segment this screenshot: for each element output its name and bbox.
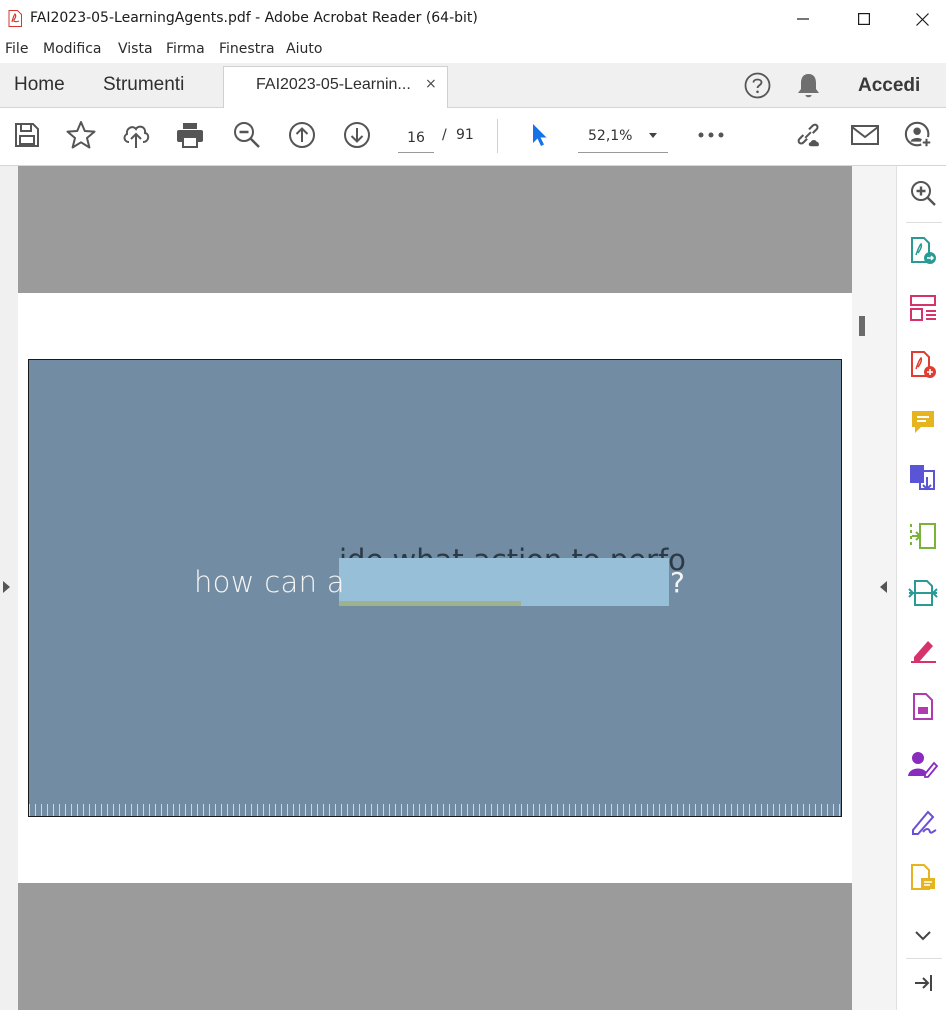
request-signature-icon <box>908 752 939 778</box>
zoom-out-button[interactable] <box>232 120 262 150</box>
rail-organize-pages-button[interactable] <box>906 291 940 325</box>
share-link-button[interactable] <box>794 120 824 150</box>
collapse-panel-icon <box>915 975 932 991</box>
slide-highlight-green-bottom <box>339 601 521 606</box>
menu-aiuto[interactable]: Aiuto <box>286 41 322 57</box>
rail-sign-button[interactable] <box>906 804 940 838</box>
tab-home[interactable]: Home <box>14 63 65 107</box>
scan-icon <box>908 580 938 606</box>
slide-highlight-box <box>339 558 669 606</box>
collapse-right-panel-icon[interactable] <box>880 581 887 593</box>
more-tools-button[interactable] <box>696 120 726 150</box>
rail-bottom-divider <box>906 958 942 959</box>
star-icon <box>66 121 96 149</box>
zoom-icon <box>911 181 936 206</box>
close-tab-button[interactable]: × <box>425 76 437 92</box>
menu-file[interactable]: File <box>5 41 28 57</box>
zoom-value: 52,1% <box>588 128 633 144</box>
sign-icon <box>912 810 937 835</box>
previous-page-gap <box>18 166 852 293</box>
export-pdf-icon <box>911 237 936 264</box>
expand-left-panel-icon[interactable] <box>3 581 10 593</box>
maximize-button[interactable] <box>835 0 893 38</box>
bookmark-button[interactable] <box>66 120 96 150</box>
toolbar-divider <box>497 119 498 153</box>
close-icon <box>915 12 929 26</box>
rail-create-pdf-button[interactable] <box>906 348 940 382</box>
slide-content: ide what action to perfo how can a ? <box>28 359 842 817</box>
rail-fill-sign-button[interactable] <box>906 633 940 667</box>
protect-icon <box>913 693 933 720</box>
page-up-icon <box>289 122 315 148</box>
next-page-button[interactable] <box>342 120 372 150</box>
rail-scan-button[interactable] <box>906 576 940 610</box>
compress-icon <box>910 523 936 549</box>
print-button[interactable] <box>175 120 205 150</box>
combine-files-icon <box>910 465 935 491</box>
slide-text: how can a <box>194 565 345 599</box>
rail-zoom-button[interactable] <box>906 176 940 210</box>
notification-bell-icon[interactable] <box>796 72 821 99</box>
rail-divider <box>906 222 942 223</box>
next-page-gap <box>18 883 852 1010</box>
rail-protect-button[interactable] <box>906 690 940 724</box>
menu-vista[interactable]: Vista <box>118 41 153 57</box>
add-user-icon <box>904 121 933 149</box>
share-link-icon <box>797 123 819 147</box>
menu-finestra[interactable]: Finestra <box>219 41 275 57</box>
previous-page-button[interactable] <box>287 120 317 150</box>
help-icon[interactable] <box>744 72 771 99</box>
sign-in-button[interactable]: Accedi <box>858 75 920 97</box>
pdf-app-icon <box>8 10 22 27</box>
email-button[interactable] <box>850 120 880 150</box>
menu-firma[interactable]: Firma <box>166 41 205 57</box>
window-title: FAI2023-05-LearningAgents.pdf - Adobe Ac… <box>30 10 478 26</box>
stamp-icon <box>911 864 935 890</box>
select-tool-button[interactable] <box>524 120 554 150</box>
rail-compress-button[interactable] <box>906 519 940 553</box>
minimize-icon <box>797 18 809 20</box>
rail-stamp-button[interactable] <box>906 861 940 895</box>
scrollbar-thumb[interactable] <box>859 316 865 336</box>
add-user-button[interactable] <box>904 120 934 150</box>
organize-pages-icon <box>910 295 936 321</box>
rail-combine-files-button[interactable] <box>906 462 940 496</box>
slide-progress-ruler <box>29 804 841 816</box>
vertical-scrollbar[interactable] <box>852 166 872 1010</box>
email-icon <box>851 125 879 145</box>
rail-request-signature-button[interactable] <box>906 747 940 781</box>
page-separator: / <box>442 127 447 143</box>
comment-icon <box>912 411 934 433</box>
close-window-button[interactable] <box>893 0 946 38</box>
page-total: 91 <box>456 127 474 143</box>
chevron-down-icon <box>649 133 657 138</box>
expand-more-icon <box>915 931 931 941</box>
document-tab-label: FAI2023-05-Learnin... <box>256 76 411 93</box>
upload-button[interactable] <box>121 120 151 150</box>
select-cursor-icon <box>533 124 547 146</box>
menu-modifica[interactable]: Modifica <box>43 41 102 57</box>
rail-more-tools-button[interactable] <box>906 918 940 952</box>
upload-cloud-icon <box>123 125 150 148</box>
save-button[interactable] <box>12 120 42 150</box>
zoom-out-icon <box>234 122 260 148</box>
page-down-icon <box>344 122 370 148</box>
maximize-icon <box>858 13 870 25</box>
tab-tools[interactable]: Strumenti <box>103 63 184 107</box>
minimize-button[interactable] <box>774 0 832 38</box>
rail-collapse-button[interactable] <box>906 966 940 1000</box>
slide-question-mark: ? <box>670 566 685 599</box>
rail-export-pdf-button[interactable] <box>906 234 940 268</box>
more-icon <box>698 132 724 138</box>
fill-sign-icon <box>911 641 936 663</box>
page-number-input[interactable] <box>398 124 434 153</box>
rail-comment-button[interactable] <box>906 405 940 439</box>
save-icon <box>15 123 39 147</box>
print-icon <box>177 123 203 148</box>
create-pdf-icon <box>911 351 936 378</box>
